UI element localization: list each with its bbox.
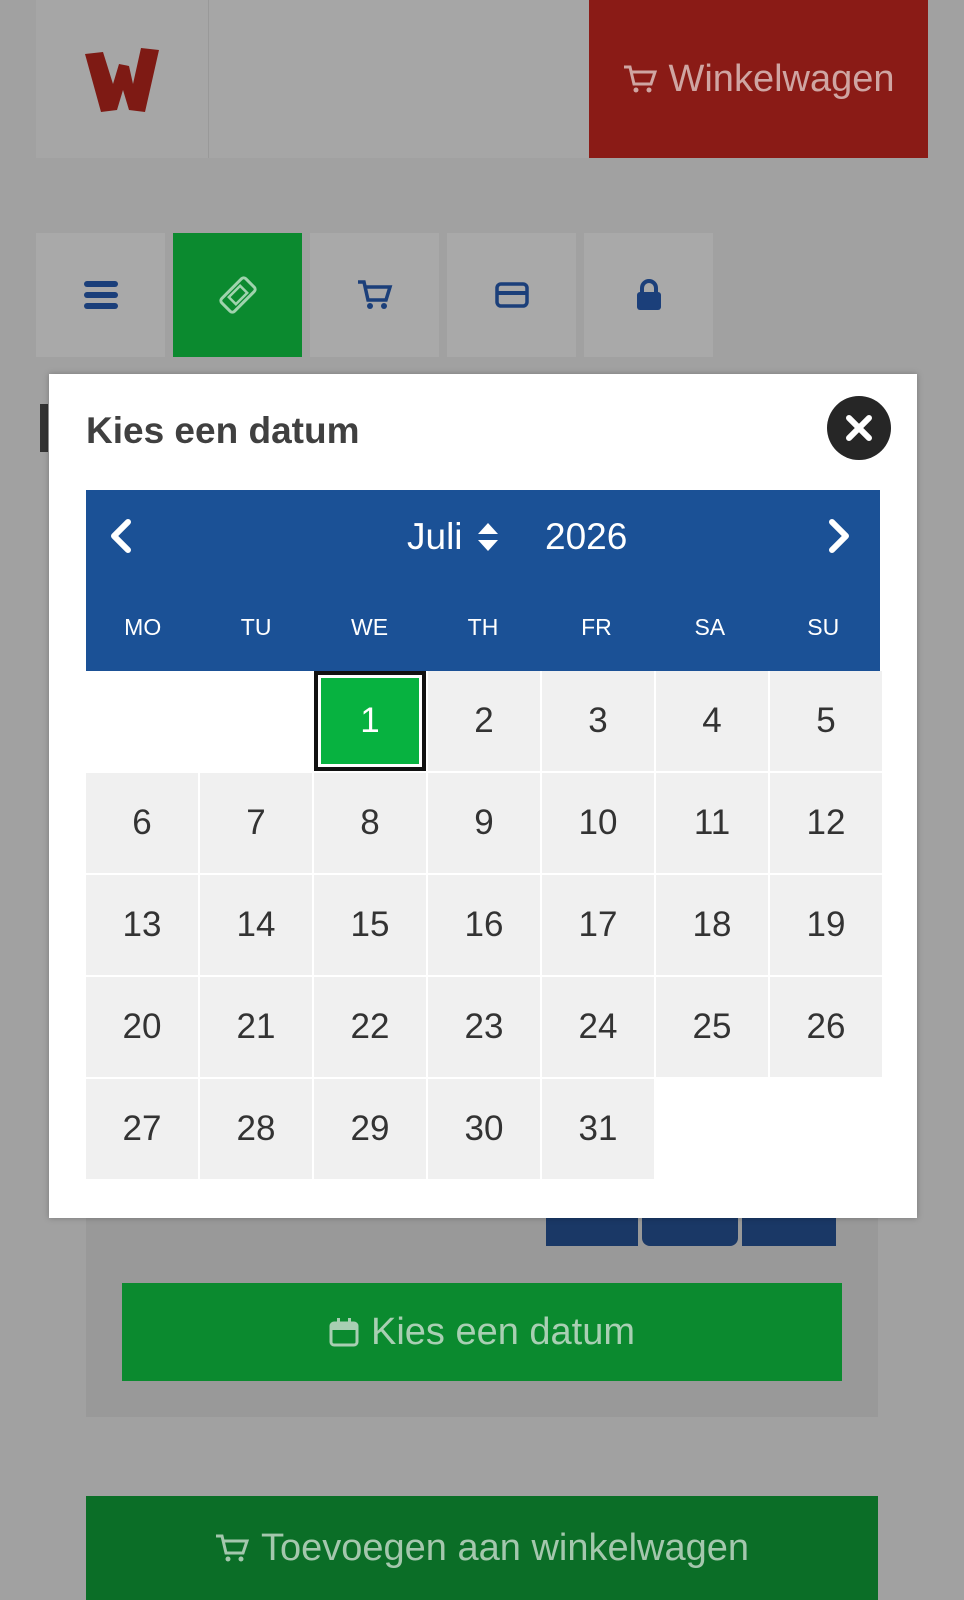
day-cell[interactable]: 3 <box>542 671 654 771</box>
day-cell[interactable]: 13 <box>86 875 198 975</box>
day-cell[interactable]: 17 <box>542 875 654 975</box>
ticket-icon <box>218 276 257 314</box>
day-cell[interactable]: 23 <box>428 977 540 1077</box>
choose-date-button[interactable]: Kies een datum <box>122 1283 842 1381</box>
card-icon <box>494 282 529 308</box>
next-month-button[interactable] <box>824 516 854 556</box>
chevron-left-icon <box>111 519 131 553</box>
weekday-label: SA <box>694 614 726 640</box>
w-logo-icon <box>85 48 159 112</box>
day-cell-selected[interactable]: 1 <box>314 671 426 771</box>
calendar-icon <box>329 1318 359 1347</box>
cart-icon <box>357 280 392 309</box>
day-cell[interactable]: 29 <box>314 1079 426 1179</box>
day-cell[interactable]: 24 <box>542 977 654 1077</box>
day-cell[interactable]: 11 <box>656 773 768 873</box>
day-cell[interactable]: 9 <box>428 773 540 873</box>
weekday-label: SU <box>807 614 840 640</box>
checkout-steps <box>36 233 713 357</box>
year-label[interactable]: 2026 <box>545 516 627 558</box>
day-cell[interactable]: 30 <box>428 1079 540 1179</box>
weekday-label: TU <box>240 614 272 640</box>
empty-day-cell <box>86 671 198 771</box>
day-cell[interactable]: 25 <box>656 977 768 1077</box>
day-cell[interactable]: 2 <box>428 671 540 771</box>
calendar-header: Juli 2026 MO TU WE TH FR SA SU <box>86 490 880 671</box>
day-cell[interactable]: 8 <box>314 773 426 873</box>
prev-month-button[interactable] <box>106 516 136 556</box>
cart-icon <box>623 65 657 93</box>
day-cell[interactable]: 21 <box>200 977 312 1077</box>
weekday-label: FR <box>581 614 612 640</box>
weekday-label: MO <box>124 614 162 640</box>
page-heading-fragment <box>40 404 48 452</box>
day-cell[interactable]: 16 <box>428 875 540 975</box>
add-to-cart-label: Toevoegen aan winkelwagen <box>260 1526 750 1569</box>
weekday-label: WE <box>351 614 389 640</box>
calendar-grid: 1 2 3 4 5 6 7 8 9 10 11 12 13 14 15 16 17 18 19 20 21 22 23 24 2… <box>86 671 882 1179</box>
day-cell[interactable]: 22 <box>314 977 426 1077</box>
day-cell[interactable]: 7 <box>200 773 312 873</box>
step-tickets[interactable] <box>173 233 302 357</box>
day-cell[interactable]: 19 <box>770 875 882 975</box>
step-menu[interactable] <box>36 233 165 357</box>
empty-day-cell <box>656 1079 768 1179</box>
step-payment[interactable] <box>447 233 576 357</box>
close-button[interactable] <box>827 396 891 460</box>
day-cell[interactable]: 14 <box>200 875 312 975</box>
cart-label: Winkelwagen <box>668 57 895 100</box>
step-confirm[interactable] <box>584 233 713 357</box>
day-cell[interactable]: 26 <box>770 977 882 1077</box>
modal-title: Kies een datum <box>86 410 360 451</box>
close-icon <box>846 415 872 441</box>
lock-icon <box>636 279 661 310</box>
step-cart[interactable] <box>310 233 439 357</box>
date-picker-modal: Kies een datum Juli 2026 MO TU WE TH FR SA SU … <box>49 374 917 1218</box>
sort-arrows-icon <box>477 523 498 551</box>
day-cell[interactable]: 28 <box>200 1079 312 1179</box>
day-cell[interactable]: 12 <box>770 773 882 873</box>
day-cell[interactable]: 6 <box>86 773 198 873</box>
add-to-cart-button[interactable]: Toevoegen aan winkelwagen <box>86 1496 878 1600</box>
chevron-right-icon <box>829 519 849 553</box>
choose-date-label: Kies een datum <box>370 1310 636 1353</box>
weekday-row: MO TU WE TH FR SA SU <box>86 614 880 641</box>
month-label: Juli <box>407 516 463 557</box>
header-cart-button[interactable]: Winkelwagen <box>589 0 928 158</box>
site-header: Winkelwagen <box>36 0 928 158</box>
day-cell[interactable]: 27 <box>86 1079 198 1179</box>
day-cell[interactable]: 10 <box>542 773 654 873</box>
day-cell[interactable]: 5 <box>770 671 882 771</box>
logo[interactable] <box>36 0 209 158</box>
day-cell[interactable]: 4 <box>656 671 768 771</box>
empty-day-cell <box>770 1079 882 1179</box>
day-cell[interactable]: 31 <box>542 1079 654 1179</box>
weekday-label: TH <box>467 614 499 640</box>
empty-day-cell <box>200 671 312 771</box>
day-cell[interactable]: 20 <box>86 977 198 1077</box>
cart-icon <box>215 1534 249 1562</box>
day-cell[interactable]: 18 <box>656 875 768 975</box>
month-select[interactable]: Juli <box>407 516 499 558</box>
menu-icon <box>83 281 118 309</box>
day-cell[interactable]: 15 <box>314 875 426 975</box>
